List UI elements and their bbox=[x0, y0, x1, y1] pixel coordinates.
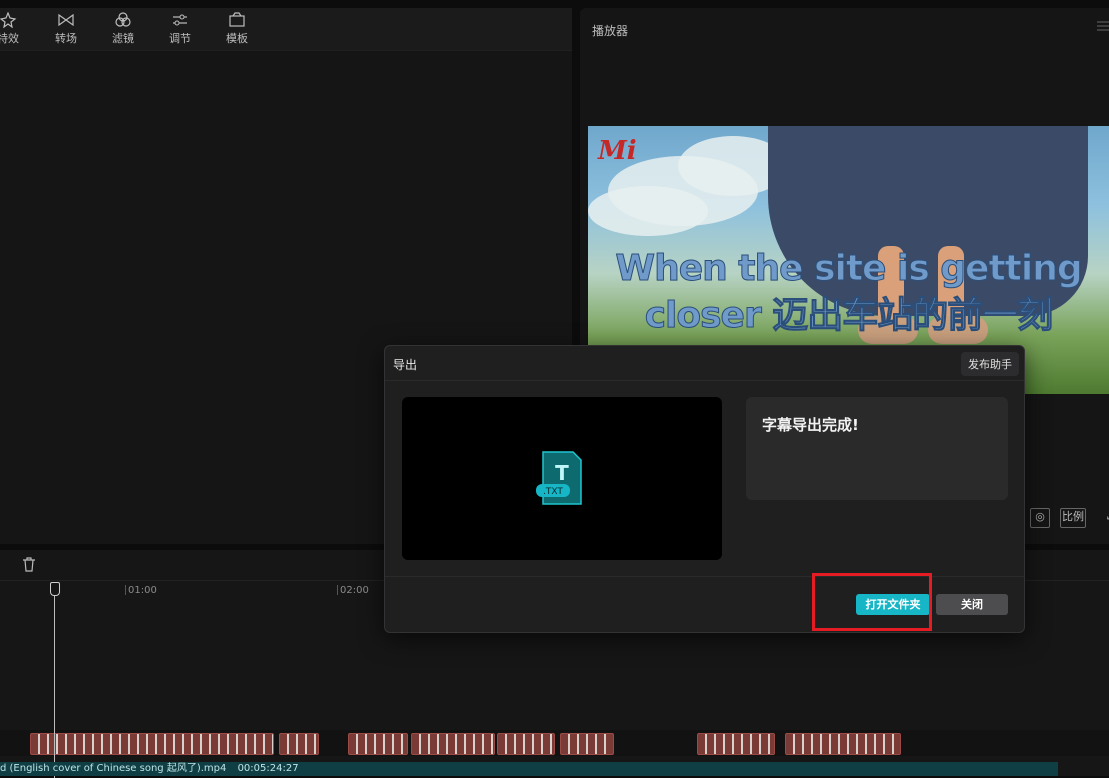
delete-icon[interactable] bbox=[22, 557, 36, 572]
expand-icon[interactable]: ⤢ bbox=[1102, 508, 1109, 526]
divider bbox=[385, 380, 1024, 381]
export-preview: T .TXT bbox=[402, 397, 722, 560]
subtitle-clip[interactable] bbox=[560, 733, 614, 755]
menu-icon[interactable] bbox=[1097, 20, 1109, 32]
toolbar-item-filters[interactable]: 滤镜 bbox=[103, 12, 143, 46]
subtitle-clip[interactable] bbox=[785, 733, 901, 755]
subtitle-clip[interactable] bbox=[497, 733, 555, 755]
toolbar-item-effects[interactable]: 特效 bbox=[0, 12, 28, 46]
video-track-name: d (English cover of Chinese song 起风了).mp… bbox=[0, 763, 227, 774]
publish-assistant-button[interactable]: 发布助手 bbox=[961, 352, 1019, 376]
filter-icon bbox=[115, 12, 131, 27]
subtitle-clip[interactable] bbox=[30, 733, 274, 755]
subtitle-line-2: closer 迈出车站的前一刻 bbox=[644, 295, 1054, 337]
subtitle-clip[interactable] bbox=[279, 733, 319, 755]
video-track[interactable]: d (English cover of Chinese song 起风了).mp… bbox=[0, 762, 1058, 776]
template-icon bbox=[229, 12, 245, 27]
toolbar-item-label: 转场 bbox=[55, 32, 77, 45]
toolbar-item-label: 滤镜 bbox=[112, 32, 134, 45]
playhead-handle[interactable] bbox=[50, 582, 60, 596]
playhead[interactable] bbox=[54, 588, 55, 778]
effects-toolbar: 特效 转场 滤镜 调节 模板 bbox=[0, 8, 572, 51]
file-glyph: T bbox=[555, 461, 569, 485]
dialog-title: 导出 bbox=[393, 358, 418, 372]
toolbar-item-transitions[interactable]: 转场 bbox=[46, 12, 86, 46]
timecode-label: 01:00 bbox=[128, 585, 157, 596]
ratio-button[interactable]: 比例 bbox=[1060, 508, 1086, 528]
subtitle-clip[interactable] bbox=[411, 733, 495, 755]
export-status-text: 字幕导出完成! bbox=[762, 416, 859, 434]
subtitle-clip[interactable] bbox=[348, 733, 408, 755]
toolbar-item-label: 模板 bbox=[226, 32, 248, 45]
file-badge: .TXT bbox=[543, 487, 563, 497]
fullscreen-fit-icon[interactable]: ◎ bbox=[1030, 508, 1050, 528]
close-button[interactable]: 关闭 bbox=[936, 594, 1008, 615]
toolbar-item-label: 调节 bbox=[169, 32, 191, 45]
toolbar-item-adjust[interactable]: 调节 bbox=[160, 12, 200, 46]
sliders-icon bbox=[173, 14, 187, 26]
video-track-duration: 00:05:24:27 bbox=[237, 763, 299, 774]
subtitle-line-1: When the site is getting bbox=[615, 248, 1083, 290]
status-panel: 字幕导出完成! bbox=[746, 397, 1008, 500]
sparkle-icon bbox=[0, 12, 17, 28]
player-title: 播放器 bbox=[592, 24, 629, 38]
subtitle-clip[interactable] bbox=[697, 733, 775, 755]
annotation-highlight-box bbox=[812, 573, 932, 631]
channel-logo: Mi bbox=[598, 136, 637, 166]
toolbar-item-label: 特效 bbox=[0, 32, 19, 45]
transition-icon bbox=[58, 13, 74, 27]
txt-file-icon: T .TXT bbox=[536, 451, 582, 505]
toolbar-item-templates[interactable]: 模板 bbox=[217, 12, 257, 46]
timecode-label: 02:00 bbox=[340, 585, 369, 596]
